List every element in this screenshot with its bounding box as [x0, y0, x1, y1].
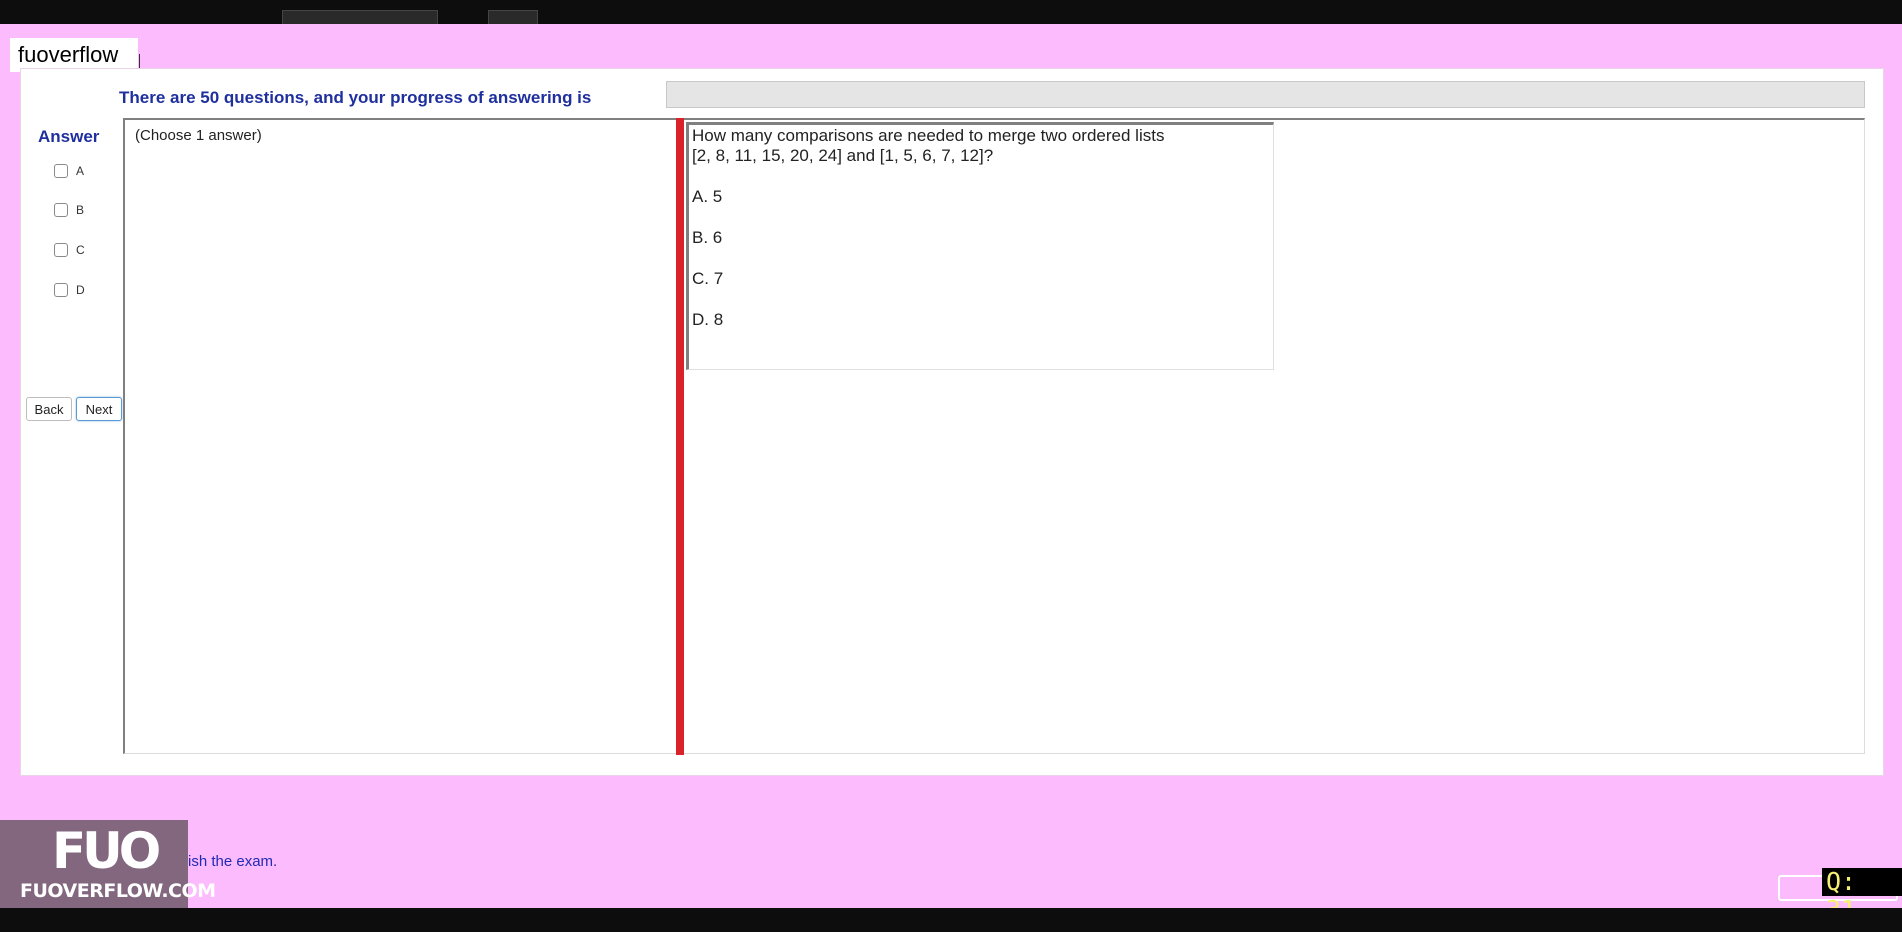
question-choice-d: D. 8: [692, 310, 724, 329]
checkbox-a[interactable]: [54, 164, 68, 178]
bottom-black-bar: [0, 908, 1902, 932]
fuoverflow-logo: FUO FUOVERFLOW.COM: [0, 820, 216, 908]
question-text-line2: [2, 8, 11, 15, 20, 24] and [1, 5, 6, 7, …: [692, 146, 994, 165]
top-black-bar: [0, 0, 1902, 24]
question-text-line1: How many comparisons are needed to merge…: [692, 126, 1165, 145]
answer-option-c[interactable]: C: [54, 243, 85, 257]
checkbox-c[interactable]: [54, 243, 68, 257]
option-label-c: C: [76, 243, 85, 257]
top-control-small: [488, 10, 538, 24]
finish-exam-label: ish the exam.: [188, 853, 278, 870]
answer-option-b[interactable]: B: [54, 203, 84, 217]
option-label-a: A: [76, 164, 85, 178]
top-control-left: [282, 10, 438, 24]
back-button[interactable]: Back: [26, 397, 72, 421]
checkbox-b[interactable]: [54, 203, 68, 217]
brand-tab: fuoverflow: [10, 38, 138, 72]
answer-area: (Choose 1 answer): [123, 118, 676, 754]
pane-divider-handle[interactable]: [676, 118, 684, 755]
progress-label: There are 50 questions, and your progres…: [119, 88, 592, 107]
answer-title: Answer: [38, 127, 100, 146]
logo-name: FUOVERFLOW.COM: [20, 880, 216, 902]
brand-tab-label: fuoverflow: [18, 42, 119, 67]
question-area: How many comparisons are needed to merge…: [684, 118, 1865, 754]
logo-mark: FUO: [52, 822, 161, 880]
question-box: How many comparisons are needed to merge…: [686, 122, 1274, 370]
question-choice-c: C. 7: [692, 269, 724, 288]
answer-option-a[interactable]: A: [54, 164, 84, 178]
option-label-d: D: [76, 283, 85, 297]
checkbox-d[interactable]: [54, 283, 68, 297]
answer-option-d[interactable]: D: [54, 283, 85, 297]
next-button[interactable]: Next: [76, 397, 122, 421]
progress-bar: [666, 81, 1865, 108]
question-choice-a: A. 5: [692, 187, 723, 206]
question-number-indicator: Q: 31: [1822, 868, 1902, 924]
choose-instruction: (Choose 1 answer): [135, 127, 262, 144]
option-label-b: B: [76, 203, 85, 217]
text-cursor: [139, 54, 140, 68]
question-choice-b: B. 6: [692, 228, 723, 247]
